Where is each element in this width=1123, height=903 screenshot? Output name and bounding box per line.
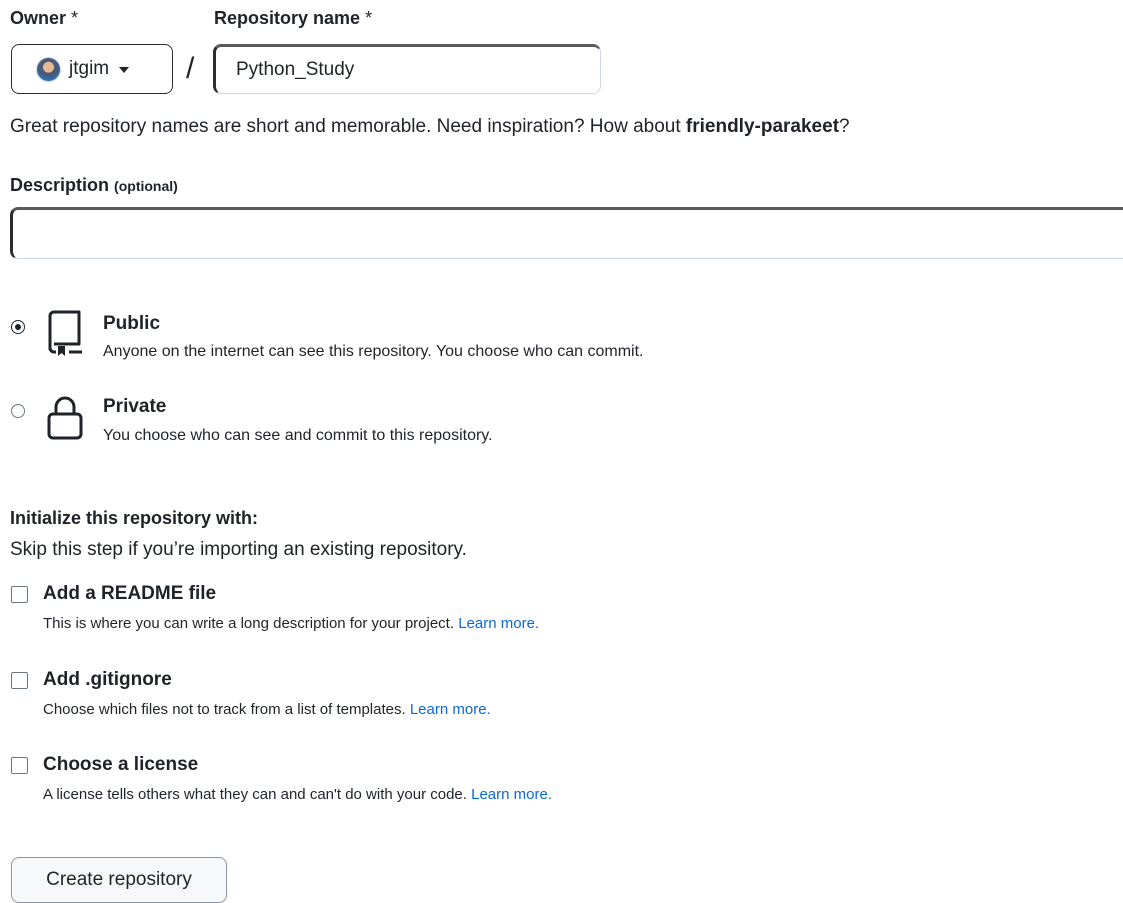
license-learn-more-link[interactable]: Learn more. [471,786,552,803]
gitignore-learn-more-link[interactable]: Learn more. [410,701,491,718]
repo-name-input[interactable] [213,44,601,94]
readme-title: Add a README file [43,583,217,604]
gitignore-title: Add .gitignore [43,669,172,690]
create-repository-button[interactable]: Create repository [11,857,227,903]
license-desc-text: A license tells others what they can and… [43,786,467,803]
owner-required-mark: * [71,8,79,28]
private-title: Private [103,396,167,417]
gitignore-desc: Choose which files not to track from a l… [43,701,491,718]
owner-repo-separator: / [186,52,195,85]
repo-icon [48,310,82,356]
public-title: Public [103,313,161,334]
public-desc: Anyone on the internet can see this repo… [103,343,644,360]
description-optional: (optional) [114,178,178,194]
hint-suggestion: friendly-parakeet [685,116,840,137]
gitignore-desc-text: Choose which files not to track from a l… [43,701,406,718]
license-checkbox[interactable] [11,757,28,774]
gitignore-checkbox[interactable] [11,672,28,689]
caret-down-icon [119,67,130,73]
hint-text: Great repository names are short and mem… [10,116,686,137]
license-desc: A license tells others what they can and… [43,786,552,803]
public-radio[interactable] [11,320,25,334]
hint-end: ? [839,116,850,137]
readme-desc: This is where you can write a long descr… [43,615,539,632]
private-desc: You choose who can see and commit to thi… [103,427,493,444]
private-radio[interactable] [11,404,25,418]
repo-name-label-text: Repository name [214,8,361,28]
readme-desc-text: This is where you can write a long descr… [43,615,455,632]
readme-learn-more-link[interactable]: Learn more. [458,615,539,632]
avatar [36,56,61,82]
owner-label: Owner * [10,8,78,29]
init-section-subtitle: Skip this step if you’re importing an ex… [10,539,467,560]
readme-checkbox[interactable] [11,586,28,603]
owner-name: jtgim [69,58,110,79]
license-title: Choose a license [43,754,199,775]
init-section-title: Initialize this repository with: [10,508,259,528]
owner-select-button[interactable]: jtgim [11,44,173,94]
repo-required-mark: * [365,8,373,28]
repo-name-hint: Great repository names are short and mem… [10,116,850,138]
repo-name-label: Repository name * [214,8,372,29]
lock-icon [47,396,83,440]
description-label: Description (optional) [10,175,178,196]
description-label-text: Description [10,175,110,195]
description-input[interactable] [10,207,1123,259]
owner-label-text: Owner [10,8,67,28]
